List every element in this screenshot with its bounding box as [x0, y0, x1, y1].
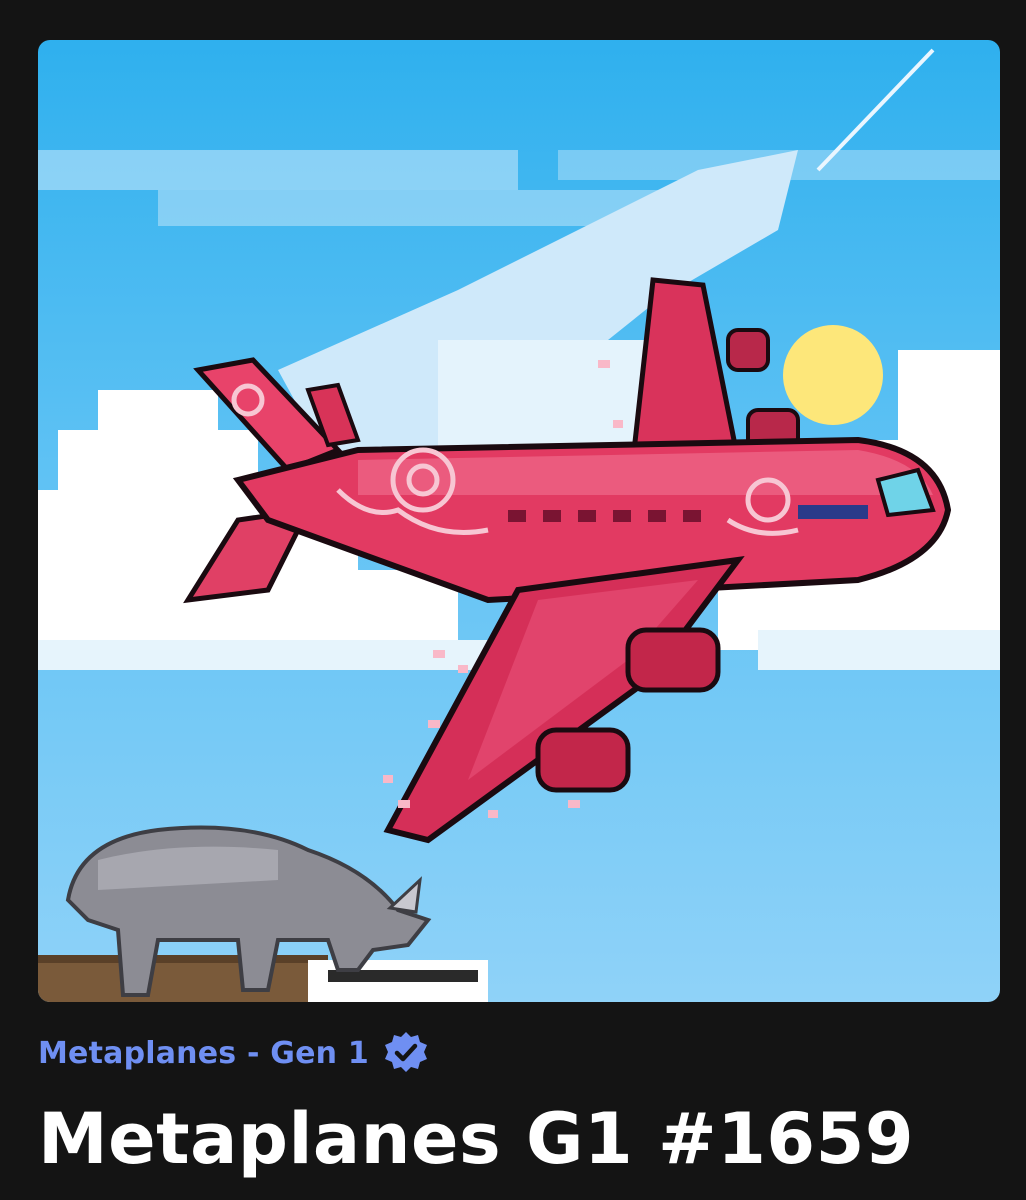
cloud-layer [38, 150, 1000, 226]
collection-row: Metaplanes - Gen 1 [38, 1028, 429, 1078]
pixel-art-airplane-image [38, 48, 1000, 1002]
verified-badge-icon [384, 1032, 427, 1072]
nft-artwork[interactable] [38, 40, 1000, 1002]
collection-name-link[interactable]: Metaplanes - Gen 1 [38, 1036, 369, 1071]
nft-card: Metaplanes - Gen 1 Metaplanes G1 #1659 [0, 0, 1026, 1200]
sun-icon [783, 325, 883, 425]
item-title: Metaplanes G1 #1659 [38, 1098, 915, 1180]
